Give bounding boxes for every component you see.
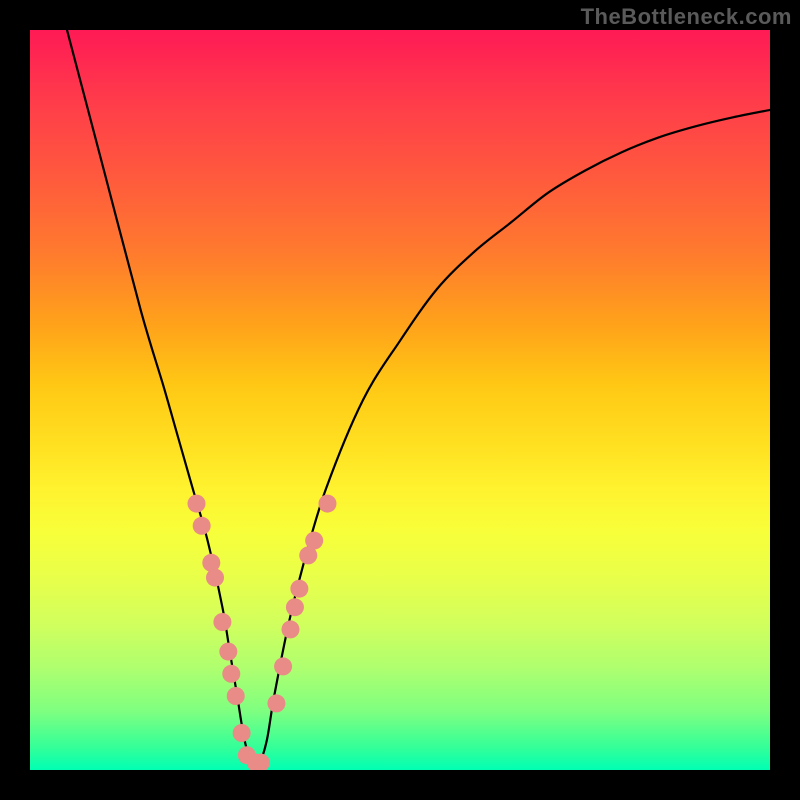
marker-point: [274, 657, 292, 675]
marker-point: [222, 665, 240, 683]
marker-point: [286, 598, 304, 616]
marker-point: [213, 613, 231, 631]
marker-point: [267, 694, 285, 712]
marker-point: [233, 724, 251, 742]
marker-point: [305, 532, 323, 550]
marker-point: [227, 687, 245, 705]
marker-point: [206, 569, 224, 587]
plot-area: [30, 30, 770, 770]
marker-point: [290, 580, 308, 598]
marker-point: [219, 643, 237, 661]
chart-container: TheBottleneck.com: [0, 0, 800, 800]
marker-point: [281, 620, 299, 638]
marker-point: [188, 495, 206, 513]
marker-point: [193, 517, 211, 535]
marker-point: [318, 495, 336, 513]
watermark-label: TheBottleneck.com: [581, 4, 792, 30]
bottleneck-curve: [30, 30, 770, 770]
